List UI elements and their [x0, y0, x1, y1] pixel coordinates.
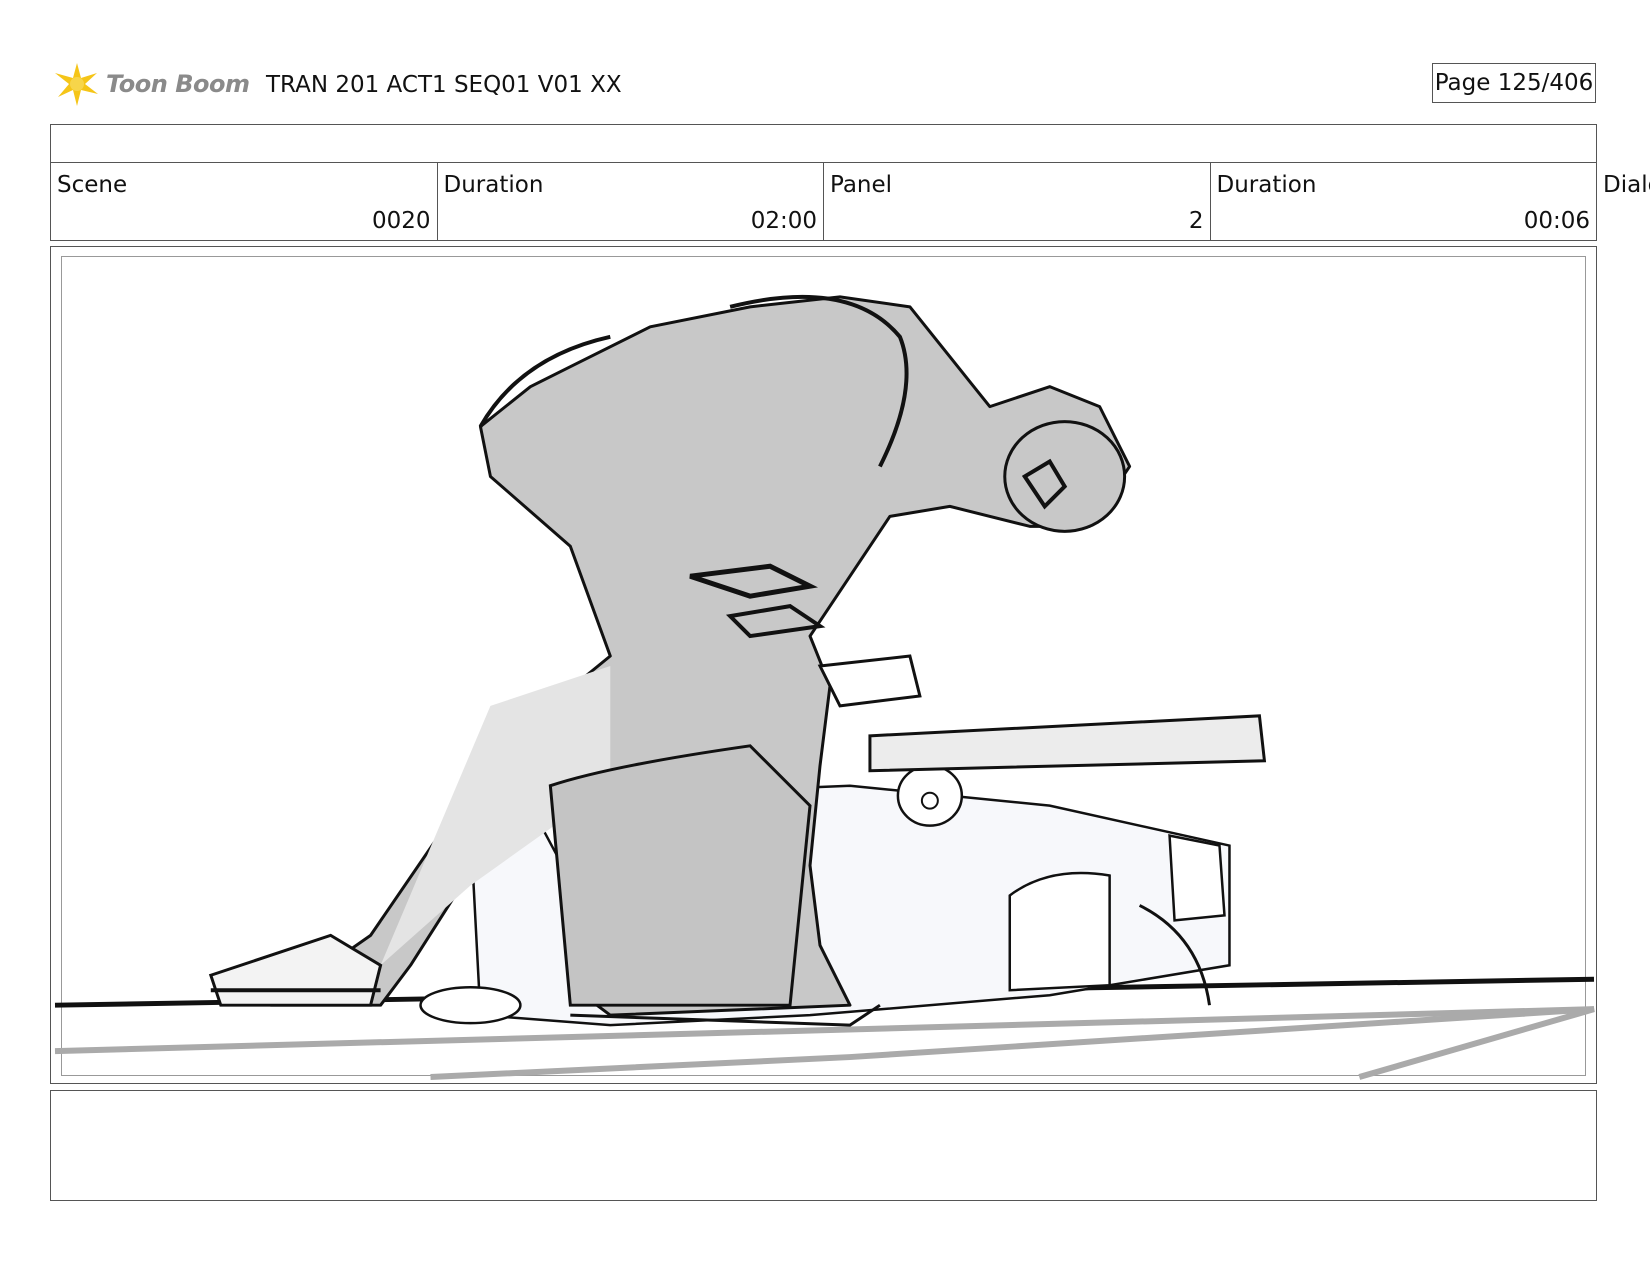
- logo-wordmark: Toon Boom: [106, 70, 250, 98]
- scene-duration-cell: Duration 02:00: [438, 162, 824, 240]
- panel-label: Panel: [830, 172, 893, 198]
- panel-cell: Panel 2: [824, 162, 1211, 240]
- scene-value: 0020: [371, 208, 431, 234]
- action-notes-box: [50, 1090, 1597, 1201]
- scene-duration-value: 02:00: [750, 208, 817, 234]
- scene-duration-label: Duration: [443, 172, 544, 198]
- panel-value: 2: [1188, 208, 1204, 234]
- header-blank-row: [50, 124, 1597, 163]
- scene-info-row: Scene 0020 Duration 02:00 Panel 2 Durati…: [50, 162, 1597, 241]
- storyboard-sketch: [54, 294, 1595, 1081]
- scene-label: Scene: [57, 172, 128, 198]
- toon-boom-logo: Toon Boom: [52, 58, 252, 110]
- starburst-icon: [55, 63, 98, 106]
- panel-duration-label: Duration: [1216, 172, 1317, 198]
- document-title: TRAN 201 ACT1 SEQ01 V01 XX: [266, 72, 622, 98]
- scene-cell: Scene 0020: [51, 162, 438, 240]
- page-indicator: Page 125/406: [1432, 63, 1596, 103]
- dialog-label: Dialog: [1603, 172, 1650, 198]
- panel-duration-value: 00:06: [1523, 208, 1590, 234]
- storyboard-panel: [50, 246, 1597, 1084]
- panel-duration-cell: Duration 00:06: [1211, 162, 1597, 240]
